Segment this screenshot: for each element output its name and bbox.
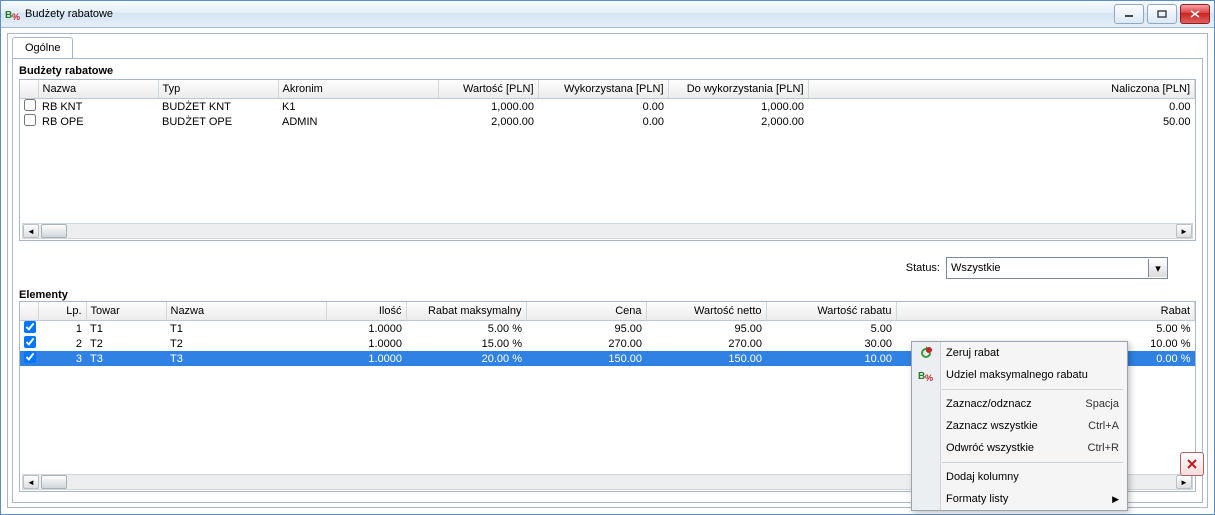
context-menu[interactable]: Zeruj rabat B% Udziel maksymalnego rabat… <box>911 341 1128 511</box>
col-ename: Nazwa <box>166 302 326 321</box>
tab-row: Ogólne <box>12 38 1203 58</box>
status-combo[interactable]: Wszystkie ▾ <box>946 257 1168 279</box>
col-rpct: Rabat <box>896 302 1195 321</box>
titlebar[interactable]: B% Budżety rabatowe <box>1 1 1214 28</box>
tab-general[interactable]: Ogólne <box>12 37 73 58</box>
menu-select-all[interactable]: Zaznacz wszystkie Ctrl+A <box>912 415 1127 437</box>
scroll-right-icon[interactable]: ► <box>1176 224 1192 238</box>
scroll-left-icon[interactable]: ◄ <box>23 224 39 238</box>
maximize-button[interactable] <box>1147 4 1177 24</box>
budgets-grid[interactable]: Nazwa Typ Akronim Wartość [PLN] Wykorzys… <box>19 79 1196 241</box>
budgets-header-row[interactable]: Nazwa Typ Akronim Wartość [PLN] Wykorzys… <box>20 80 1195 99</box>
close-button[interactable] <box>1180 4 1210 24</box>
col-name: Nazwa <box>38 80 158 99</box>
table-row[interactable]: RB KNTBUDŻET KNTK1 1,000.000.00 1,000.00… <box>20 99 1195 115</box>
row-checkbox[interactable] <box>20 99 38 115</box>
elements-header-row[interactable]: Lp. Towar Nazwa Ilość Rabat maksymalny C… <box>20 302 1195 321</box>
elements-title: Elementy <box>19 289 1196 301</box>
table-row[interactable]: RB OPEBUDŻET OPEADMIN 2,000.000.00 2,000… <box>20 114 1195 129</box>
budgets-title: Budżety rabatowe <box>19 65 1196 77</box>
app-icon: B% <box>5 6 21 22</box>
svg-text:%: % <box>925 373 933 383</box>
menu-list-formats[interactable]: Formaty listy ▶ <box>912 488 1127 510</box>
minimize-button[interactable] <box>1114 4 1144 24</box>
col-acronym: Akronim <box>278 80 438 99</box>
row-checkbox[interactable] <box>20 321 38 337</box>
col-rval: Wartość rabatu <box>766 302 896 321</box>
col-accrued: Naliczona [PLN] <box>808 80 1195 99</box>
menu-toggle[interactable]: Zaznacz/odznacz Spacja <box>912 393 1127 415</box>
menu-invert[interactable]: Odwróć wszystkie Ctrl+R <box>912 437 1127 459</box>
row-checkbox[interactable] <box>20 336 38 351</box>
percent-icon: B% <box>916 365 936 385</box>
panel-close-button[interactable] <box>1180 452 1204 476</box>
scroll-thumb[interactable] <box>41 475 67 489</box>
col-lp: Lp. <box>38 302 86 321</box>
status-value: Wszystkie <box>947 262 1148 274</box>
col-rmax: Rabat maksymalny <box>406 302 526 321</box>
scroll-right-icon[interactable]: ► <box>1176 475 1192 489</box>
table-row[interactable]: 1T1T1 1.00005.00 % 95.0095.00 5.005.00 % <box>20 321 1195 337</box>
menu-reset-rabat[interactable]: Zeruj rabat <box>912 342 1127 364</box>
col-qty: Ilość <box>326 302 406 321</box>
scroll-thumb[interactable] <box>41 224 67 238</box>
row-checkbox[interactable] <box>20 114 38 129</box>
window: B% Budżety rabatowe Ogólne Budżety rabat… <box>0 0 1215 515</box>
col-net: Wartość netto <box>646 302 766 321</box>
scroll-left-icon[interactable]: ◄ <box>23 475 39 489</box>
svg-text:%: % <box>12 12 20 22</box>
window-title: Budżety rabatowe <box>25 8 1114 20</box>
col-type: Typ <box>158 80 278 99</box>
status-label: Status: <box>906 262 940 274</box>
col-used: Wykorzystana [PLN] <box>538 80 668 99</box>
col-value: Wartość [PLN] <box>438 80 538 99</box>
row-checkbox[interactable] <box>20 351 38 366</box>
submenu-arrow-icon: ▶ <box>1112 494 1119 505</box>
budgets-hscroll[interactable]: ◄ ► <box>22 223 1193 239</box>
col-towar: Towar <box>86 302 166 321</box>
menu-grant-max[interactable]: B% Udziel maksymalnego rabatu <box>912 364 1127 386</box>
menu-add-columns[interactable]: Dodaj kolumny <box>912 466 1127 488</box>
col-available: Do wykorzystania [PLN] <box>668 80 808 99</box>
reset-icon <box>916 343 936 363</box>
col-price: Cena <box>526 302 646 321</box>
chevron-down-icon[interactable]: ▾ <box>1148 259 1167 277</box>
